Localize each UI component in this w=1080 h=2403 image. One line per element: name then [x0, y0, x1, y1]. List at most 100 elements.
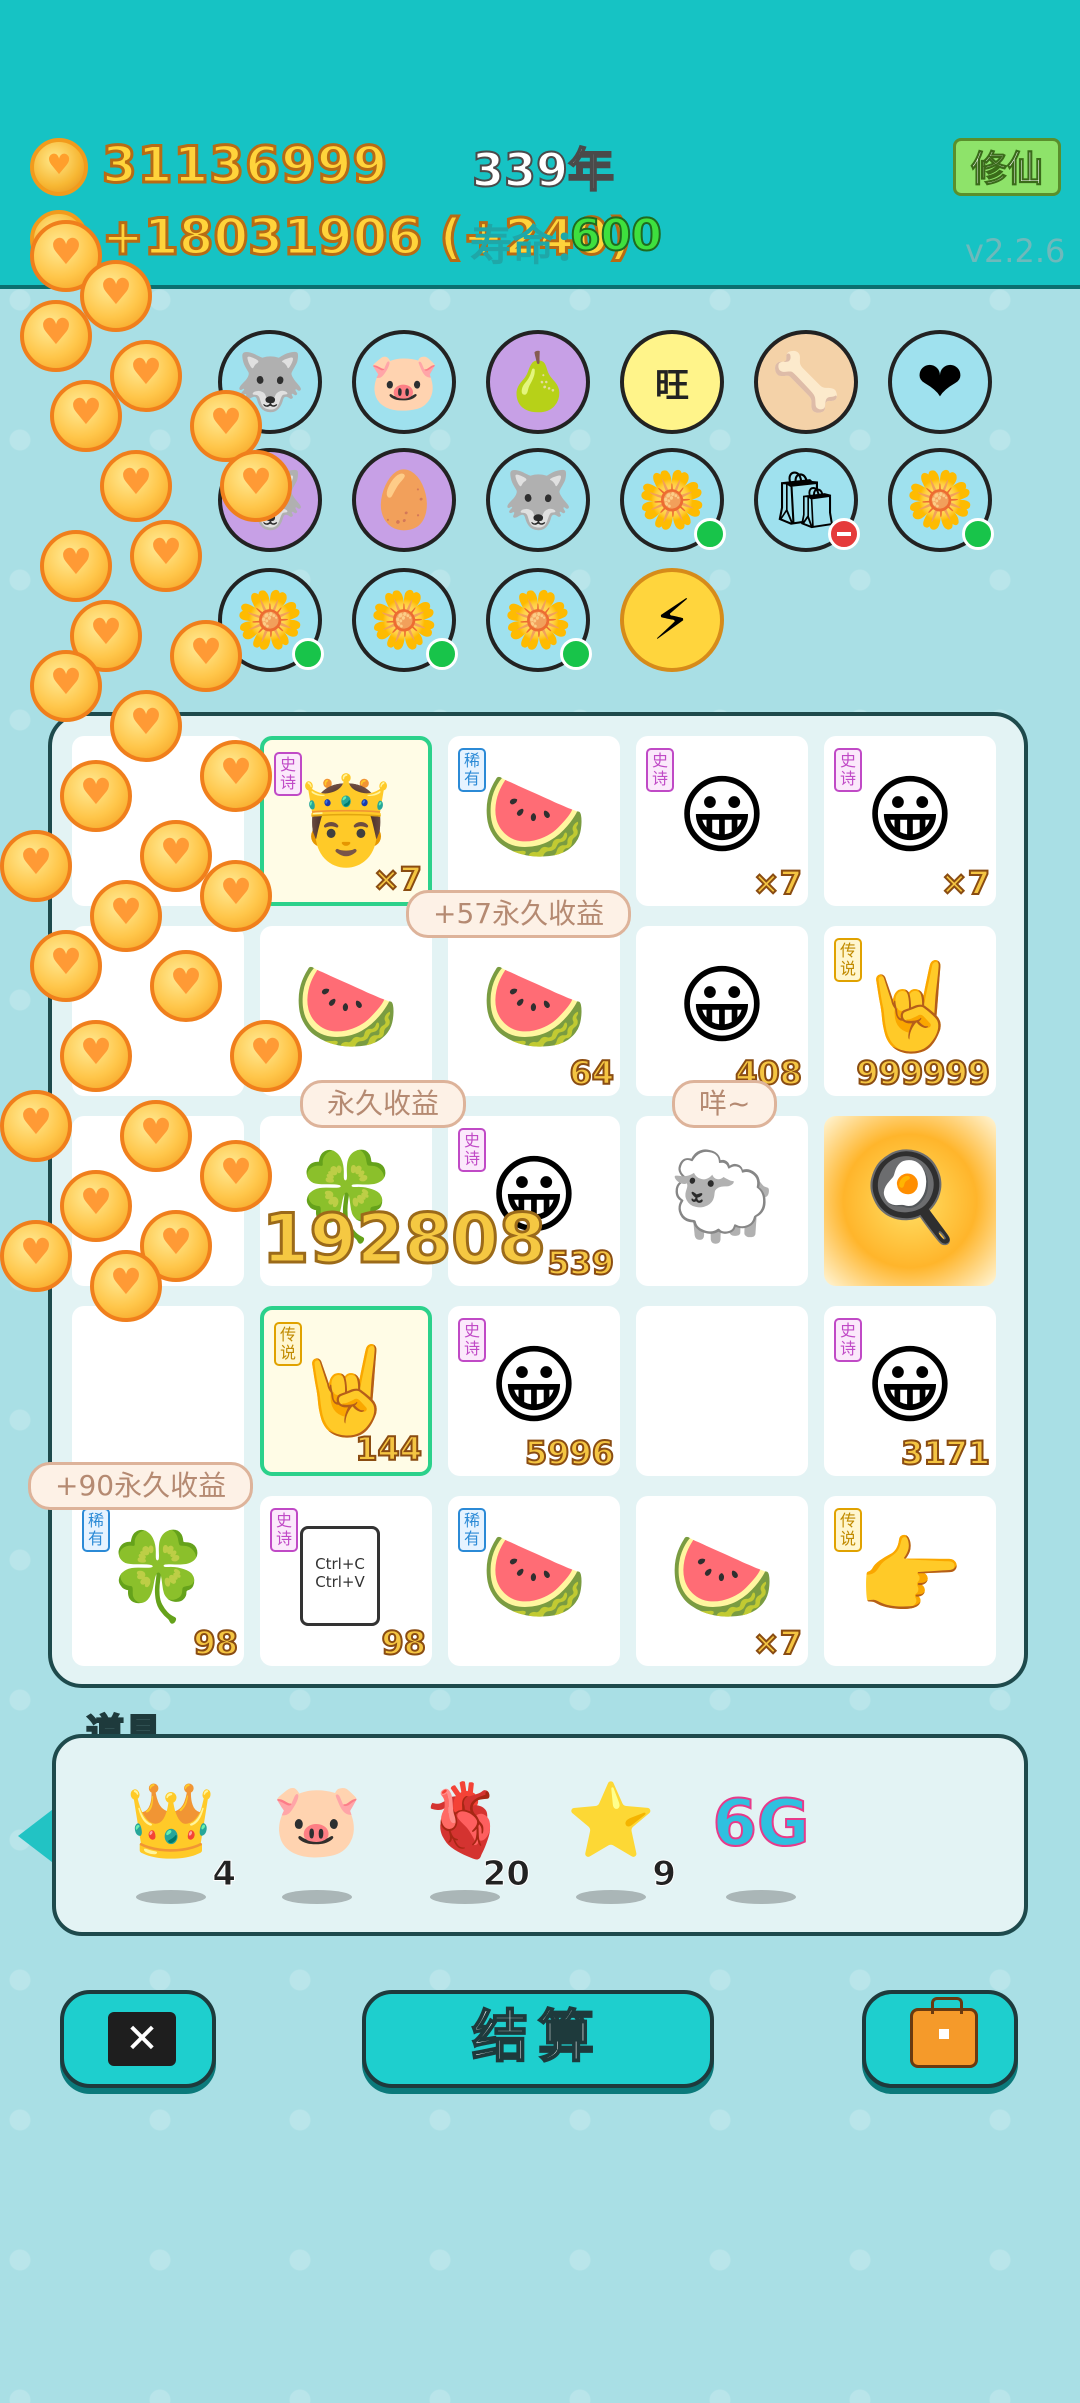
coin-icon — [110, 340, 182, 412]
hero-face-6g-icon: 😀 — [865, 766, 955, 866]
prop-star[interactable]: ⭐ 9 — [556, 1778, 676, 1904]
egg-icon[interactable]: 🥚 — [352, 448, 456, 552]
board-cell[interactable] — [636, 1306, 808, 1476]
board-cell[interactable]: 稀有 🍉 — [448, 1496, 620, 1666]
lily-plant-icon[interactable]: 🌼 — [352, 568, 458, 672]
top-bar: 31136999 +18031906 (+240) 339年 寿命： 600 修… — [0, 0, 1080, 289]
coin-icon — [0, 1090, 72, 1162]
dog-food-icon[interactable]: 🦴 — [754, 330, 858, 434]
coin-icon — [30, 650, 102, 722]
prop-shadow — [726, 1890, 796, 1904]
ctrl-v-label: Ctrl+V — [315, 1573, 365, 1591]
lily-plant-icon[interactable]: 🌼 — [620, 448, 726, 552]
board-cell[interactable]: 🍉 ×7 — [636, 1496, 808, 1666]
cell-count: ×7 — [372, 859, 423, 899]
board-cell[interactable]: 稀有 🍉 — [448, 736, 620, 906]
coin-icon — [40, 530, 112, 602]
pomelo-icon[interactable]: 🍐 — [486, 330, 590, 434]
income-bubble: +90永久收益 — [28, 1462, 254, 1510]
coin-icon — [140, 820, 212, 892]
coin-icon — [20, 300, 92, 372]
board-cell[interactable]: 稀有 🍀 98 — [72, 1496, 244, 1666]
ctrl-cv-cards-icon: Ctrl+C Ctrl+V — [300, 1526, 380, 1626]
cell-count: 98 — [380, 1623, 427, 1663]
prop-6g[interactable]: 6G — [706, 1778, 816, 1904]
damage-popup: 192808 — [261, 1199, 548, 1281]
watermelon-icon: 🍉 — [480, 767, 588, 867]
lily-plant-icon[interactable]: 🌼 — [888, 448, 994, 552]
watermelon-icon: 🍉 — [480, 1527, 588, 1627]
sheep-speech-bubble: 咩~ — [672, 1080, 778, 1128]
prop-crown[interactable]: 👑 4 — [116, 1778, 236, 1904]
lily-plant-icon[interactable]: 🌼 — [486, 568, 592, 672]
cell-count: 999999 — [855, 1053, 991, 1093]
coin-icon — [50, 380, 122, 452]
watermelon-icon: 🍉 — [668, 1527, 776, 1627]
prop-liver[interactable]: 🫀 20 — [410, 1778, 531, 1904]
board-cell[interactable]: 传说 👉 — [824, 1496, 996, 1666]
trash-bag-icon[interactable]: 🛍 — [754, 448, 860, 552]
wang-wang-icon[interactable]: 旺 — [620, 330, 724, 434]
board-cell[interactable]: 史诗 😀 5996 — [448, 1306, 620, 1476]
rock-hand-icon: 🤘 — [856, 957, 964, 1057]
cell-count: 5996 — [524, 1433, 615, 1473]
board-cell[interactable] — [72, 1306, 244, 1476]
version-label: v2.2.6 — [965, 232, 1066, 270]
settle-button[interactable]: 结算 — [362, 1990, 714, 2088]
coin-icon — [130, 520, 202, 592]
active-badge-icon — [426, 638, 458, 670]
hero-face-icon: 😀 — [677, 956, 767, 1056]
coin-icon — [0, 830, 72, 902]
coin-icon — [30, 138, 88, 196]
husky-icon[interactable]: 🐺 — [486, 448, 590, 552]
board-cell[interactable]: 🍉 64 — [448, 926, 620, 1096]
hero-face-icon: 😀 — [489, 1336, 579, 1436]
lightning-icon[interactable]: ⚡ — [620, 568, 724, 672]
active-badge-icon — [962, 518, 994, 550]
watermelon-icon: 🍉 — [480, 957, 588, 1057]
rock-hand-crown-icon: 🤘 — [292, 1341, 400, 1441]
cultivate-button[interactable]: 修仙 — [953, 138, 1061, 196]
bag-button[interactable] — [862, 1990, 1018, 2088]
remove-badge-icon — [828, 518, 860, 550]
board-cell[interactable]: 🍳 — [824, 1116, 996, 1286]
board-cell[interactable]: 🐑 — [636, 1116, 808, 1286]
board-cell[interactable]: 传说 🤘 144 — [260, 1306, 432, 1476]
active-badge-icon — [560, 638, 592, 670]
heart-medicine-icon[interactable]: ❤ — [888, 330, 992, 434]
coin-icon — [230, 1020, 302, 1092]
coin-icon — [150, 950, 222, 1022]
cell-count: 64 — [568, 1053, 615, 1093]
prop-piggy[interactable]: 🐷 — [262, 1778, 372, 1904]
sheep-icon: 🐑 — [668, 1147, 776, 1247]
coin-icon — [60, 1020, 132, 1092]
coin-icon — [220, 450, 292, 522]
coin-icon — [80, 260, 152, 332]
active-badge-icon — [292, 638, 324, 670]
hero-face-6g-icon: 😀 — [865, 1336, 955, 1436]
coin-icon — [60, 760, 132, 832]
close-button[interactable]: ✕ — [60, 1990, 216, 2088]
ctrl-c-label: Ctrl+C — [315, 1555, 365, 1573]
board-cell[interactable]: 史诗 🤴 ×7 — [260, 736, 432, 906]
board-cell[interactable]: 😀 408 — [636, 926, 808, 1096]
prop-shadow — [576, 1890, 646, 1904]
prop-shadow — [282, 1890, 352, 1904]
board-cell[interactable]: 史诗 😀 ×7 — [636, 736, 808, 906]
board-cell[interactable]: 史诗 😀 3171 — [824, 1306, 996, 1476]
hero-face-crown-icon: 🤴 — [292, 771, 400, 871]
board-cell[interactable]: 传说 🤘 999999 — [824, 926, 996, 1096]
coin-icon — [30, 930, 102, 1002]
liver-icon: 🫀 — [420, 1778, 510, 1862]
board-cell[interactable]: 史诗 Ctrl+C Ctrl+V 98 — [260, 1496, 432, 1666]
cell-count: 539 — [546, 1243, 615, 1283]
board-cell[interactable]: 史诗 😀 ×7 — [824, 736, 996, 906]
coin-icon — [120, 1100, 192, 1172]
coin-icon — [200, 860, 272, 932]
piggy-bank-icon[interactable]: 🐷 — [352, 330, 456, 434]
prop-count: 9 — [652, 1854, 677, 1895]
rarity-tag: 史诗 — [270, 1508, 298, 1552]
star-icon: ⭐ — [566, 1778, 656, 1862]
cell-count: 3171 — [900, 1433, 991, 1473]
briefcase-icon — [910, 1997, 978, 2068]
